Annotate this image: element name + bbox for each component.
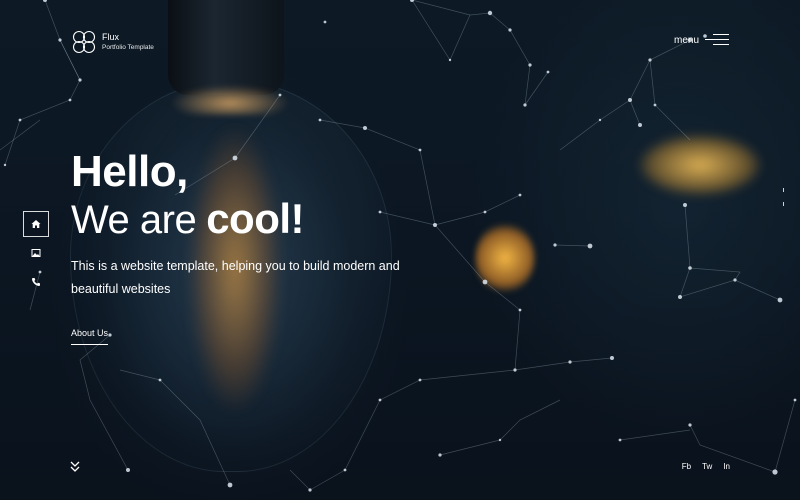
- double-chevron-down-icon[interactable]: [69, 460, 81, 474]
- hero-section: Hello, We are cool! This is a website tem…: [71, 148, 411, 301]
- slide-indicator: [783, 188, 785, 216]
- hero-heading-emphasis: cool!: [206, 195, 305, 242]
- nav-contact-button[interactable]: [23, 269, 49, 295]
- hero-heading-line1: Hello,: [71, 147, 188, 196]
- menu-label: menu: [673, 34, 699, 46]
- hero-description: This is a website template, helping you …: [71, 259, 400, 296]
- social-link-facebook[interactable]: Fb: [682, 462, 691, 471]
- brand-name: Flux: [102, 31, 120, 42]
- about-us-link[interactable]: About Us: [71, 328, 109, 345]
- nav-gallery-button[interactable]: [23, 240, 49, 266]
- menu-button[interactable]: menu: [674, 34, 729, 46]
- side-navigation: [23, 211, 49, 298]
- hamburger-icon: [705, 34, 729, 46]
- hero-heading-prefix: We are: [71, 198, 197, 242]
- phone-icon: [32, 278, 40, 286]
- social-link-twitter[interactable]: Tw: [702, 462, 712, 471]
- hero-heading-line2: We are cool!: [71, 196, 411, 243]
- flux-logo-icon: [72, 30, 96, 54]
- image-icon: [31, 249, 41, 257]
- social-link-linkedin[interactable]: In: [723, 462, 730, 471]
- social-links: Fb Tw In: [682, 462, 730, 471]
- home-icon: [31, 220, 41, 228]
- nav-home-button[interactable]: [23, 211, 49, 237]
- brand-logo[interactable]: Flux Portfolio Template: [70, 28, 154, 56]
- brand-subtitle: Portfolio Template: [102, 43, 154, 51]
